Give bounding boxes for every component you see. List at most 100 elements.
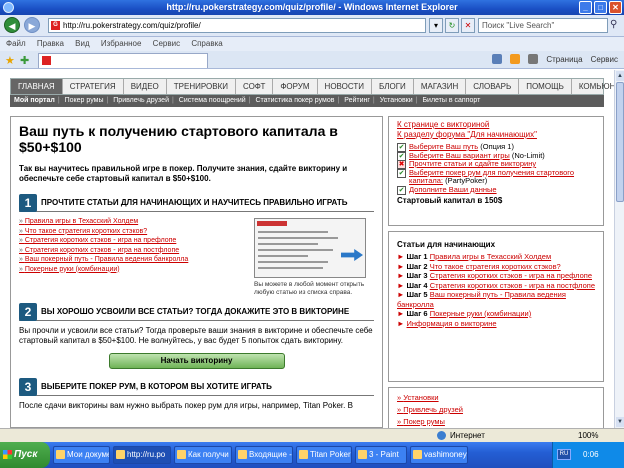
search-icon[interactable]: ⚲: [610, 19, 617, 30]
address-input[interactable]: G http://ru.pokerstrategy.com/quiz/profi…: [48, 18, 426, 33]
nav-home[interactable]: ГЛАВНАЯ: [11, 79, 63, 94]
taskbar-item[interactable]: 3 - Paint: [355, 446, 407, 464]
scroll-thumb[interactable]: [616, 82, 624, 202]
subnav-rating[interactable]: Рейтинг: [344, 97, 370, 104]
command-bar: Страница Сервис: [492, 54, 618, 64]
article-link[interactable]: Стратегия коротких стэков - игра на преф…: [19, 236, 229, 246]
taskbar-item[interactable]: Входящие -: [235, 446, 293, 464]
article-link[interactable]: Стратегия коротких стэков - игра на пост…: [19, 246, 229, 256]
maximize-icon[interactable]: □: [594, 1, 607, 14]
step-2-number: 2: [19, 303, 37, 321]
step-3-title: ВЫБЕРИТЕ ПОКЕР РУМ, В КОТОРОМ ВЫ ХОТИТЕ …: [41, 382, 272, 391]
stop-icon[interactable]: ✕: [461, 18, 475, 33]
article-step: ► Шаг 4 Стратегия коротких стэков - игра…: [397, 280, 596, 290]
main-content: Ваш путь к получению стартового капитала…: [10, 116, 383, 428]
nav-help[interactable]: ПОМОЩЬ: [519, 79, 572, 94]
step-3-number: 3: [19, 378, 37, 396]
nav-video[interactable]: ВИДЕО: [124, 79, 167, 94]
subnav-invite[interactable]: Привлечь друзей: [113, 97, 169, 104]
menu-tools[interactable]: Сервис: [153, 39, 180, 48]
refresh-icon[interactable]: ↻: [445, 18, 459, 33]
close-icon[interactable]: ✕: [609, 1, 622, 14]
add-favorite-icon[interactable]: ✚: [20, 54, 29, 67]
forward-button[interactable]: ▶: [24, 17, 40, 33]
article-step: ► Шаг 5 Ваш покерный путь - Правила веде…: [397, 290, 566, 309]
step-3: 3 ВЫБЕРИТЕ ПОКЕР РУМ, В КОТОРОМ ВЫ ХОТИТ…: [19, 378, 374, 411]
start-quiz-button[interactable]: Начать викторину: [108, 353, 285, 369]
step-1-links: Правила игры в Техасский Холдем Что тако…: [19, 217, 229, 274]
step-1-number: 1: [19, 194, 37, 212]
step-2-title: ВЫ ХОРОШО УСВОИЛИ ВСЕ СТАТЬИ? ТОГДА ДОКА…: [41, 307, 350, 316]
subnav-settings[interactable]: Установки: [380, 97, 413, 104]
address-dropdown-icon[interactable]: ▾: [429, 18, 443, 33]
nav-dictionary[interactable]: СЛОВАРЬ: [466, 79, 520, 94]
page-title: Ваш путь к получению стартового капитала…: [19, 123, 338, 155]
favorites-star-icon[interactable]: ★: [5, 54, 15, 67]
article-step: ► Шаг 2 Что такое стратегия коротких стэ…: [397, 261, 561, 271]
taskbar-item[interactable]: http://ru.po: [113, 446, 171, 464]
minimize-icon[interactable]: _: [579, 1, 592, 14]
subnav-rewards[interactable]: Система поощрений: [179, 97, 246, 104]
checkmark-icon: ✔: [397, 185, 406, 195]
nav-shop[interactable]: МАГАЗИН: [414, 79, 467, 94]
taskbar-item[interactable]: Мои докуме: [53, 446, 110, 464]
subnav-rooms[interactable]: Покер румы: [65, 97, 104, 104]
article-preview: Вы можете в любой момент открыть любую с…: [254, 218, 372, 297]
step-3-header: 3 ВЫБЕРИТЕ ПОКЕР РУМ, В КОТОРОМ ВЫ ХОТИТ…: [19, 378, 374, 396]
quiz-info-item: ► Информация о викторине: [397, 318, 497, 328]
nav-training[interactable]: ТРЕНИРОВКИ: [167, 79, 236, 94]
check-item: ✔ Выберите покер рум для получения старто…: [397, 167, 575, 185]
poker-rooms-link[interactable]: Покер румы: [397, 416, 595, 428]
address-toolbar: ◀ ▶ G http://ru.pokerstrategy.com/quiz/p…: [0, 15, 624, 37]
invite-friends-link[interactable]: Привлечь друзей: [397, 404, 595, 416]
step-2-text: Вы прочли и усвоили все статьи? Тогда пр…: [19, 326, 373, 345]
start-button[interactable]: Пуск: [0, 442, 50, 468]
scroll-down-icon[interactable]: ▼: [616, 417, 624, 427]
nav-blogs[interactable]: БЛОГИ: [372, 79, 414, 94]
capital-label: Стартовый капитал в 150$: [397, 196, 503, 205]
taskbar-item[interactable]: Titan Poker: [296, 446, 352, 464]
nav-community[interactable]: КОМЬЮНИТИ: [572, 79, 614, 94]
article-link[interactable]: Покерные руки (комбинации): [19, 265, 229, 275]
subnav-portal[interactable]: Мой портал: [14, 97, 55, 104]
tools-menu[interactable]: Сервис: [591, 55, 618, 64]
taskbar: Пуск Мои докуме http://ru.po Как получи …: [0, 442, 624, 468]
scroll-up-icon[interactable]: ▲: [616, 71, 624, 81]
menu-edit[interactable]: Правка: [37, 39, 64, 48]
subnav-stats[interactable]: Статистика покер румов: [256, 97, 335, 104]
menu-favorites[interactable]: Избранное: [101, 39, 142, 48]
subnav-support[interactable]: Билеты в саппорт: [422, 97, 480, 104]
taskbar-item[interactable]: Как получи: [174, 446, 232, 464]
article-link[interactable]: Что такое стратегия коротких стэков?: [19, 227, 229, 237]
vertical-scrollbar[interactable]: ▲ ▼: [614, 70, 624, 428]
taskbar-item[interactable]: vashimoney: [410, 446, 468, 464]
nav-forum[interactable]: ФОРУМ: [273, 79, 318, 94]
zoom-level[interactable]: 100%: [578, 429, 598, 442]
print-icon[interactable]: [528, 54, 539, 64]
menu-help[interactable]: Справка: [191, 39, 222, 48]
menu-view[interactable]: Вид: [75, 39, 89, 48]
settings-link[interactable]: Установки: [397, 392, 595, 404]
menu-file[interactable]: Файл: [6, 39, 26, 48]
sub-nav: Мой портал | Покер румы | Привлечь друзей |…: [10, 95, 604, 107]
article-link[interactable]: Правила игры в Техасский Холдем: [19, 217, 229, 227]
check-item: ✔ Дополните Ваши данные: [397, 184, 497, 195]
forum-beginners-link[interactable]: К разделу форума "Для начинающих": [397, 130, 595, 140]
search-input[interactable]: Поиск "Live Search": [478, 18, 608, 33]
back-button[interactable]: ◀: [4, 17, 20, 33]
step-2: 2 ВЫ ХОРОШО УСВОИЛИ ВСЕ СТАТЬИ? ТОГДА ДО…: [19, 303, 374, 369]
home-icon[interactable]: [492, 54, 503, 64]
quiz-page-link[interactable]: К странице с викториной: [397, 120, 595, 130]
globe-icon: [437, 431, 446, 440]
browser-tab[interactable]: [38, 53, 208, 68]
account-links-box: Установки Привлечь друзей Покер румы: [388, 387, 604, 428]
language-indicator[interactable]: RU: [557, 449, 571, 460]
nav-news[interactable]: НОВОСТИ: [318, 79, 372, 94]
nav-strategy[interactable]: СТРАТЕГИЯ: [63, 79, 124, 94]
feeds-icon[interactable]: [510, 54, 521, 64]
article-link[interactable]: Ваш покерный путь - Правила ведения банк…: [19, 255, 229, 265]
nav-software[interactable]: СОФТ: [236, 79, 274, 94]
page-menu[interactable]: Страница: [546, 55, 582, 64]
preview-caption: Вы можете в любой момент открыть любую с…: [254, 281, 365, 296]
status-bar: Интернет 100%: [0, 428, 624, 442]
